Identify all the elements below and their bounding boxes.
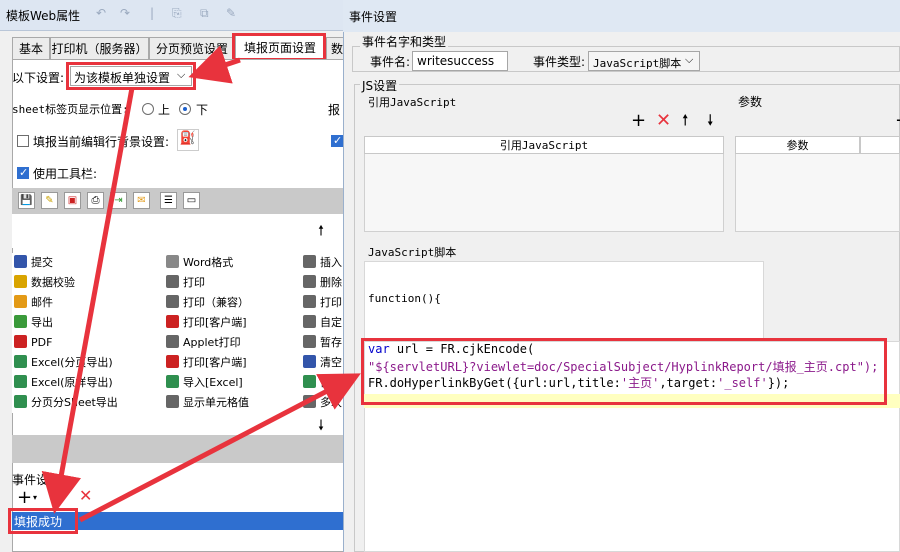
arrow-event-to-code	[78, 373, 361, 523]
arrow-setting-to-event	[41, 87, 135, 514]
annotation-arrows	[41, 45, 361, 523]
arrow-tab-to-setting	[188, 45, 241, 84]
